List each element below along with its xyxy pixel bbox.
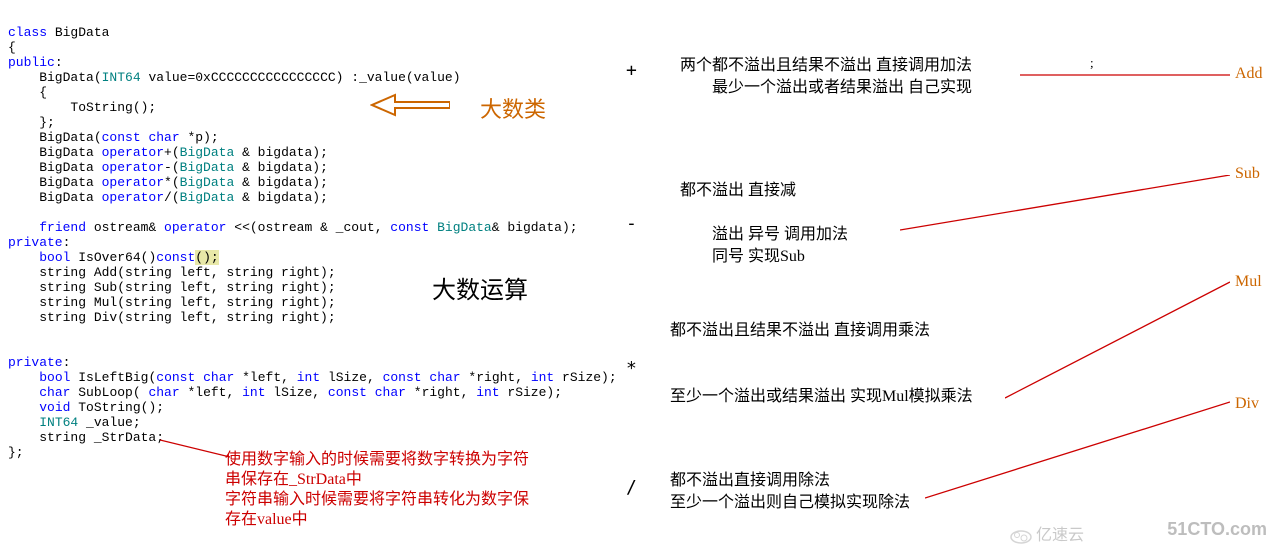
sub-desc: 都不溢出 直接减 溢出 异号 调用加法 同号 实现Sub — [680, 180, 848, 268]
minus-sym: - — [626, 213, 637, 234]
watermark-yisu: 亿速云 — [1010, 521, 1084, 545]
label-bigcalc: 大数运算 — [432, 270, 528, 305]
add-desc: 两个都不溢出且结果不溢出 直接调用加法 最少一个溢出或者结果溢出 自己实现 — [680, 55, 972, 99]
line-sub-icon — [900, 175, 1230, 235]
semicolon: ; — [1090, 55, 1094, 71]
plus-sym: + — [626, 60, 637, 81]
slash-sym: / — [626, 477, 637, 498]
div-name: Div — [1235, 395, 1259, 413]
connector-line-icon — [160, 435, 230, 460]
label-bigclass: 大数类 — [480, 92, 546, 124]
arrow-left-icon — [370, 90, 450, 120]
code-block: class BigData { public: BigData(INT64 va… — [8, 10, 617, 460]
mul-name: Mul — [1235, 273, 1262, 291]
line-add-icon — [1020, 70, 1230, 80]
star-sym: * — [626, 358, 637, 379]
annotation-text: 使用数字输入的时候需要将数字转换为字符 串保存在_StrData中 字符串输入时… — [225, 450, 529, 530]
line-mul-icon — [1005, 280, 1230, 400]
div-desc: 都不溢出直接调用除法 至少一个溢出则自己模拟实现除法 — [670, 470, 910, 514]
add-name: Add — [1235, 65, 1263, 83]
line-div-icon — [925, 400, 1230, 500]
mul-desc: 都不溢出且结果不溢出 直接调用乘法 至少一个溢出或结果溢出 实现Mul模拟乘法 — [670, 320, 973, 408]
sub-name: Sub — [1235, 165, 1260, 183]
watermark-51cto: 51CTO.com — [1167, 519, 1267, 540]
